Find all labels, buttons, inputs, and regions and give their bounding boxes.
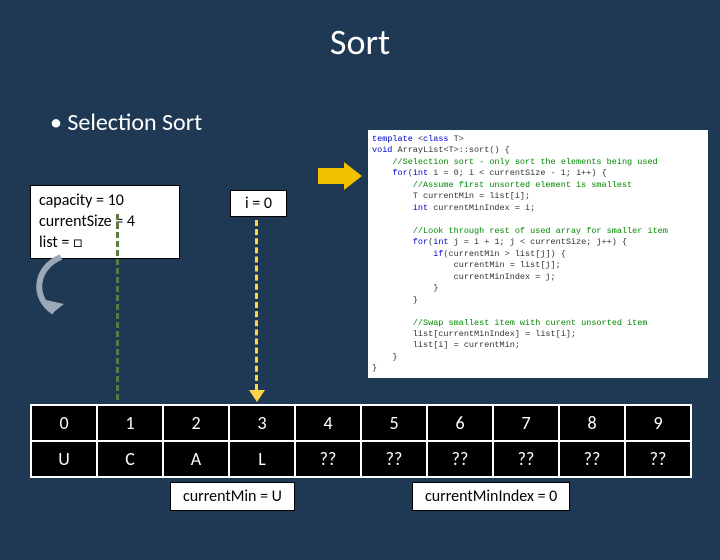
- state-list: list = □: [39, 233, 171, 254]
- value-cell: C: [97, 441, 163, 477]
- code-snippet: template <class T> void ArrayList<T>::so…: [368, 130, 708, 378]
- current-min-box: currentMin = U: [170, 482, 295, 511]
- table-row: U C A L ?? ?? ?? ?? ?? ??: [31, 441, 691, 477]
- value-cell: U: [31, 441, 97, 477]
- index-cell: 9: [625, 405, 691, 441]
- index-cell: 4: [295, 405, 361, 441]
- value-cell: ??: [295, 441, 361, 477]
- value-cell: A: [163, 441, 229, 477]
- index-cell: 1: [97, 405, 163, 441]
- dashed-line-icon: [116, 214, 119, 400]
- value-cell: ??: [427, 441, 493, 477]
- index-cell: 5: [361, 405, 427, 441]
- state-capacity: capacity = 10: [39, 191, 171, 212]
- pointer-arrow-icon: [26, 252, 96, 322]
- index-cell: 2: [163, 405, 229, 441]
- i-value-box: i = 0: [230, 190, 287, 217]
- value-cell: L: [229, 441, 295, 477]
- value-cell: ??: [361, 441, 427, 477]
- array-table: 0 1 2 3 4 5 6 7 8 9 U C A L ?? ?? ?? ?? …: [30, 404, 692, 478]
- index-cell: 7: [493, 405, 559, 441]
- state-box: capacity = 10 currentSize = 4 list = □: [30, 185, 180, 259]
- index-cell: 6: [427, 405, 493, 441]
- index-cell: 8: [559, 405, 625, 441]
- state-currentsize: currentSize = 4: [39, 212, 171, 233]
- value-cell: ??: [493, 441, 559, 477]
- bullet-selection-sort: Selection Sort: [50, 108, 202, 137]
- index-cell: 0: [31, 405, 97, 441]
- current-min-index-box: currentMinIndex = 0: [412, 482, 570, 511]
- index-cell: 3: [229, 405, 295, 441]
- slide-title: Sort: [0, 20, 720, 64]
- table-row: 0 1 2 3 4 5 6 7 8 9: [31, 405, 691, 441]
- value-cell: ??: [559, 441, 625, 477]
- value-cell: ??: [625, 441, 691, 477]
